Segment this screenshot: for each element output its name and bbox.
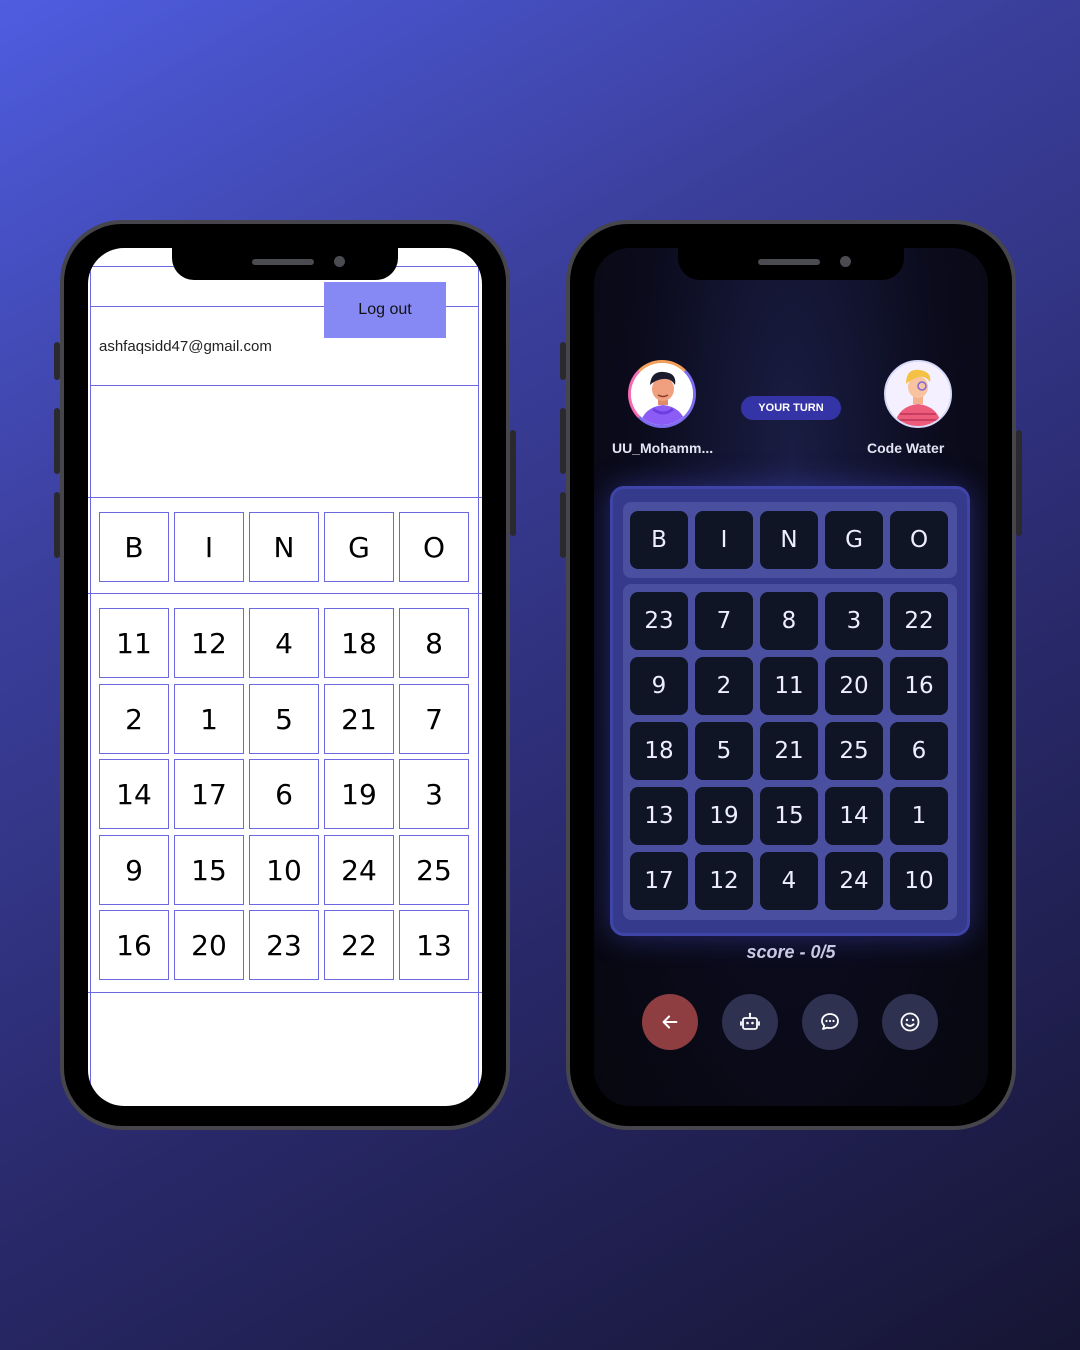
bingo-cell-r2-c5[interactable]: 7 bbox=[399, 684, 469, 754]
bingo-cell-r5-c5[interactable]: 10 bbox=[890, 852, 948, 910]
logout-button[interactable]: Log out bbox=[324, 282, 446, 338]
speaker bbox=[252, 259, 314, 265]
volume-up-button bbox=[54, 408, 60, 474]
bingo-cell-r5-c5[interactable]: 13 bbox=[399, 910, 469, 980]
user-email: ashfaqsidd47@gmail.com bbox=[99, 338, 272, 355]
speaker bbox=[758, 259, 820, 265]
bingo-cell-r5-c2[interactable]: 12 bbox=[695, 852, 753, 910]
bingo-cell-r4-c4[interactable]: 14 bbox=[825, 787, 883, 845]
bingo-cell-r5-c4[interactable]: 24 bbox=[825, 852, 883, 910]
bingo-cell-r4-c1[interactable]: 9 bbox=[99, 835, 169, 905]
bingo-cell-r4-c3[interactable]: 10 bbox=[249, 835, 319, 905]
bingo-cell-r1-c4[interactable]: 18 bbox=[324, 608, 394, 678]
bingo-cell-r1-c4[interactable]: 3 bbox=[825, 592, 883, 650]
mute-switch bbox=[54, 342, 60, 380]
emoji-button[interactable] bbox=[882, 994, 938, 1050]
bingo-cell-r4-c5[interactable]: 25 bbox=[399, 835, 469, 905]
player1-name: UU_Mohamm... bbox=[612, 440, 714, 456]
bingo-cell-r1-c1[interactable]: 23 bbox=[630, 592, 688, 650]
robot-icon bbox=[740, 1012, 760, 1030]
chat-button[interactable] bbox=[802, 994, 858, 1050]
bingo-cell-r4-c2[interactable]: 15 bbox=[174, 835, 244, 905]
bingo-cell-r3-c3[interactable]: 21 bbox=[760, 722, 818, 780]
screen-left: Log out ashfaqsidd47@gmail.com BINGO 11 1… bbox=[88, 248, 482, 1106]
bingo-cell-r4-c5[interactable]: 1 bbox=[890, 787, 948, 845]
camera bbox=[840, 256, 851, 267]
volume-down-button bbox=[560, 492, 566, 558]
bingo-cell-r3-c5[interactable]: 6 bbox=[890, 722, 948, 780]
power-button bbox=[1016, 430, 1022, 536]
bingo-cell-r1-c2[interactable]: 12 bbox=[174, 608, 244, 678]
bingo-board: BINGO 23 7 8 3 22 9 2 11 20 16 18 5 21 25 6 13 19 15 14 1 17… bbox=[610, 486, 970, 936]
phone-frame-left: Log out ashfaqsidd47@gmail.com BINGO 11 1… bbox=[54, 220, 516, 1130]
bingo-cell-r2-c1[interactable]: 2 bbox=[99, 684, 169, 754]
bingo-cell-r3-c1[interactable]: 18 bbox=[630, 722, 688, 780]
bingo-cell-r4-c1[interactable]: 13 bbox=[630, 787, 688, 845]
score-text: score - 0/5 bbox=[746, 942, 836, 962]
screen-right: UU_Mohamm... YOUR TURN Code Water BINGO … bbox=[594, 248, 988, 1106]
bingo-cell-r3-c2[interactable]: 17 bbox=[174, 759, 244, 829]
bingo-cell-r3-c5[interactable]: 3 bbox=[399, 759, 469, 829]
bingo-cell-r2-c2[interactable]: 2 bbox=[695, 657, 753, 715]
volume-down-button bbox=[54, 492, 60, 558]
bingo-cell-r3-c3[interactable]: 6 bbox=[249, 759, 319, 829]
bingo-letter-2: I bbox=[174, 512, 244, 582]
bingo-cell-r2-c2[interactable]: 1 bbox=[174, 684, 244, 754]
bingo-cell-r1-c5[interactable]: 22 bbox=[890, 592, 948, 650]
bingo-cell-r3-c2[interactable]: 5 bbox=[695, 722, 753, 780]
bingo-cell-r1-c3[interactable]: 4 bbox=[249, 608, 319, 678]
bingo-cell-r5-c2[interactable]: 20 bbox=[174, 910, 244, 980]
bot-button[interactable] bbox=[722, 994, 778, 1050]
chat-icon bbox=[821, 1013, 839, 1030]
bingo-cell-r5-c3[interactable]: 4 bbox=[760, 852, 818, 910]
bingo-letter-1: B bbox=[99, 512, 169, 582]
bingo-cell-r4-c2[interactable]: 19 bbox=[695, 787, 753, 845]
bingo-cell-r2-c3[interactable]: 11 bbox=[760, 657, 818, 715]
smiley-icon bbox=[900, 1012, 920, 1032]
notch bbox=[172, 248, 398, 280]
bingo-letter-3: N bbox=[760, 511, 818, 569]
bingo-cell-r1-c5[interactable]: 8 bbox=[399, 608, 469, 678]
bingo-cell-r1-c3[interactable]: 8 bbox=[760, 592, 818, 650]
back-button[interactable] bbox=[642, 994, 698, 1050]
bingo-letter-5: O bbox=[890, 511, 948, 569]
phone-frame-right: UU_Mohamm... YOUR TURN Code Water BINGO … bbox=[560, 220, 1022, 1130]
bingo-letter-4: G bbox=[825, 511, 883, 569]
bingo-letter-4: G bbox=[324, 512, 394, 582]
bingo-cell-r2-c4[interactable]: 21 bbox=[324, 684, 394, 754]
bingo-cell-r1-c1[interactable]: 11 bbox=[99, 608, 169, 678]
bingo-cell-r3-c4[interactable]: 25 bbox=[825, 722, 883, 780]
notch bbox=[678, 248, 904, 280]
bingo-cell-r5-c1[interactable]: 16 bbox=[99, 910, 169, 980]
bingo-letter-3: N bbox=[249, 512, 319, 582]
bingo-cell-r2-c4[interactable]: 20 bbox=[825, 657, 883, 715]
player1-avatar[interactable] bbox=[628, 360, 696, 428]
bingo-letter-2: I bbox=[695, 511, 753, 569]
power-button bbox=[510, 430, 516, 536]
bingo-cell-r2-c3[interactable]: 5 bbox=[249, 684, 319, 754]
turn-badge: YOUR TURN bbox=[741, 396, 841, 420]
arrow-left-icon bbox=[662, 1015, 678, 1029]
bingo-cell-r3-c4[interactable]: 19 bbox=[324, 759, 394, 829]
person-avatar-icon bbox=[631, 363, 693, 425]
bingo-cell-r5-c1[interactable]: 17 bbox=[630, 852, 688, 910]
bingo-cell-r5-c3[interactable]: 23 bbox=[249, 910, 319, 980]
bingo-cell-r1-c2[interactable]: 7 bbox=[695, 592, 753, 650]
person-avatar-icon bbox=[886, 362, 950, 426]
camera bbox=[334, 256, 345, 267]
player2-name: Code Water bbox=[867, 440, 945, 456]
volume-up-button bbox=[560, 408, 566, 474]
bingo-letter-5: O bbox=[399, 512, 469, 582]
mute-switch bbox=[560, 342, 566, 380]
bingo-cell-r4-c4[interactable]: 24 bbox=[324, 835, 394, 905]
bingo-cell-r3-c1[interactable]: 14 bbox=[99, 759, 169, 829]
bingo-cell-r5-c4[interactable]: 22 bbox=[324, 910, 394, 980]
bingo-letter-1: B bbox=[630, 511, 688, 569]
bingo-cell-r4-c3[interactable]: 15 bbox=[760, 787, 818, 845]
bingo-cell-r2-c5[interactable]: 16 bbox=[890, 657, 948, 715]
bingo-cell-r2-c1[interactable]: 9 bbox=[630, 657, 688, 715]
player2-avatar[interactable] bbox=[884, 360, 952, 428]
